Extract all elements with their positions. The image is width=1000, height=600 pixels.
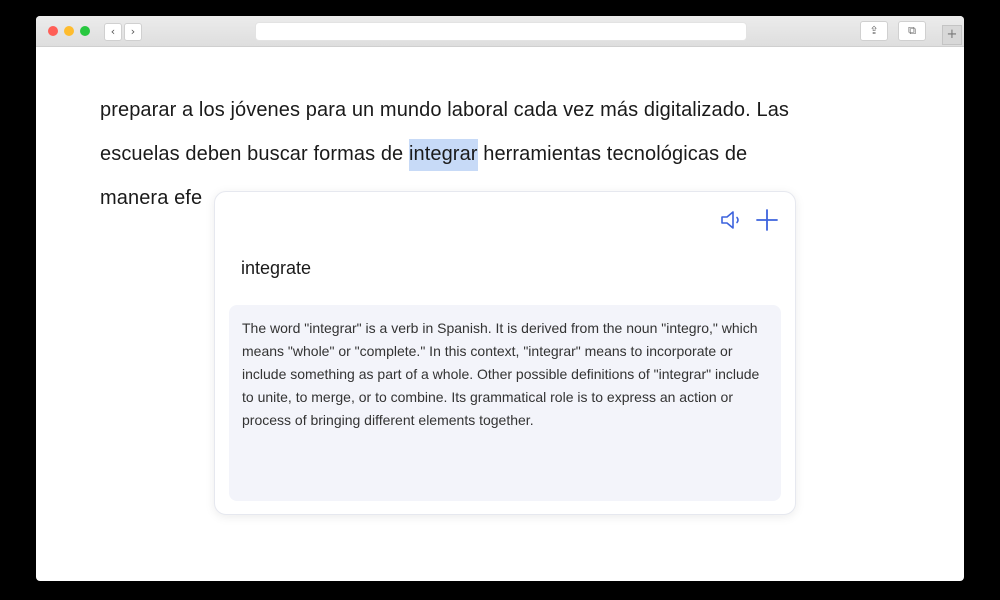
browser-titlebar: ‹ › ⇪ ⧉ + <box>36 16 964 47</box>
new-tab-button[interactable]: + <box>942 25 962 45</box>
close-window-button[interactable] <box>48 26 58 36</box>
back-button[interactable]: ‹ <box>104 23 122 41</box>
tab-overview-button[interactable]: ⧉ <box>898 21 926 41</box>
article-line: escuelas deben buscar formas de integrar… <box>100 132 930 176</box>
selected-word[interactable]: integrar <box>408 139 478 171</box>
share-button[interactable]: ⇪ <box>860 21 888 41</box>
minimize-window-button[interactable] <box>64 26 74 36</box>
forward-button[interactable]: › <box>124 23 142 41</box>
browser-window: ‹ › ⇪ ⧉ + preparar a los jóvenes para un… <box>36 16 964 581</box>
speaker-icon[interactable] <box>719 208 747 232</box>
article-line: preparar a los jóvenes para un mundo lab… <box>100 99 790 121</box>
translation-text: integrate <box>241 258 312 278</box>
plus-icon[interactable] <box>755 208 779 232</box>
maximize-window-button[interactable] <box>80 26 90 36</box>
address-bar[interactable] <box>255 22 747 41</box>
translation-popup: integrate The word "integrar" is a verb … <box>214 191 796 515</box>
article-text-segment: escuelas deben buscar formas de <box>100 143 409 165</box>
article-text-segment: herramientas tecnológicas de <box>477 143 748 165</box>
definition-panel: The word "integrar" is a verb in Spanish… <box>229 305 781 501</box>
